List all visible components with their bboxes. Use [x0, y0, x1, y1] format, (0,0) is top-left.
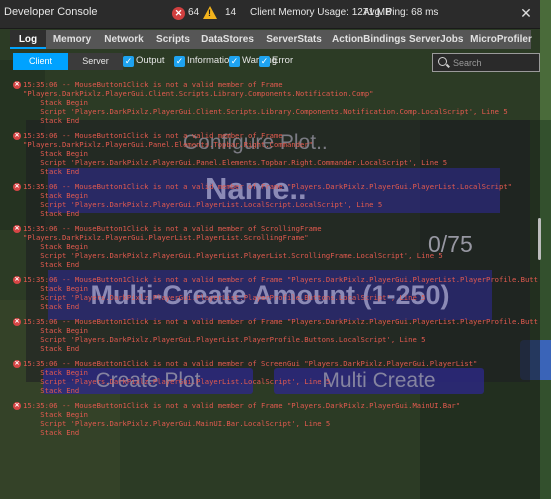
console-title-bar[interactable]: Developer Console ✕ 64 ! 14 Client Memor…	[0, 0, 540, 29]
log-line: Stack End	[23, 260, 80, 269]
tab-scripts[interactable]: Scripts	[152, 30, 194, 49]
log-entry: ✕ 15:35:06 -- MouseButton1Click is not a …	[12, 80, 538, 125]
log-output[interactable]: ✕ 15:35:06 -- MouseButton1Click is not a …	[12, 80, 538, 499]
search-icon	[438, 57, 447, 66]
log-line: Stack End	[23, 302, 80, 311]
error-label: Error	[272, 55, 294, 66]
log-line: Stack End	[23, 344, 80, 353]
warning-count: 14	[225, 7, 237, 18]
warning-count-icon: !	[203, 6, 217, 19]
information-checkbox[interactable]: ✓	[174, 56, 185, 67]
log-line: Script 'Players.DarkPixlz.PlayerGui.Main…	[23, 419, 331, 428]
error-icon: ✕	[13, 276, 21, 284]
log-line: Stack Begin	[23, 191, 88, 200]
log-line: "Players.DarkPixlz.PlayerGui.Panel.Eleme…	[23, 140, 313, 149]
tab-log[interactable]: Log	[10, 30, 46, 49]
close-icon[interactable]: ✕	[518, 5, 534, 21]
tab-actionbindings[interactable]: ActionBindings	[330, 30, 408, 49]
log-entry: ✕ 15:35:06 -- MouseButton1Click is not a …	[12, 317, 538, 353]
tab-microprofiler[interactable]: MicroProfiler	[470, 30, 532, 49]
developer-console: Configure Plot.. Name.. 0/75 Multi-Creat…	[0, 0, 541, 499]
log-line: Script 'Players.DarkPixlz.PlayerGui.Play…	[23, 293, 426, 302]
warning-checkbox[interactable]: ✓	[229, 56, 240, 67]
log-line: Script 'Players.DarkPixlz.PlayerGui.Pane…	[23, 158, 448, 167]
log-line: Stack Begin	[23, 410, 88, 419]
log-line: Stack End	[23, 428, 80, 437]
log-entry: ✕ 15:35:06 -- MouseButton1Click is not a …	[12, 131, 538, 176]
console-title: Developer Console	[4, 6, 98, 18]
log-line: Stack End	[23, 116, 80, 125]
error-icon: ✕	[13, 132, 21, 140]
log-search-box[interactable]	[432, 53, 540, 72]
log-line: 15:35:06 -- MouseButton1Click is not a v…	[23, 317, 538, 326]
output-label: Output	[136, 55, 165, 66]
server-toggle-button[interactable]: Server	[68, 53, 123, 70]
log-line: Script 'Players.DarkPixlz.PlayerGui.Play…	[23, 251, 443, 260]
console-tab-bar: Log Memory Network Scripts DataStores Se…	[10, 30, 532, 49]
error-count: 64	[188, 7, 200, 18]
log-line: 15:35:06 -- MouseButton1Click is not a v…	[23, 80, 283, 89]
log-line: 15:35:06 -- MouseButton1Click is not a v…	[23, 182, 512, 191]
log-line: Stack End	[23, 167, 80, 176]
search-input[interactable]	[453, 54, 535, 71]
tab-serverjobs[interactable]: ServerJobs	[409, 30, 463, 49]
log-line: Stack End	[23, 386, 80, 395]
log-entry: ✕ 15:35:06 -- MouseButton1Click is not a …	[12, 275, 538, 311]
log-line: Stack End	[23, 209, 80, 218]
tab-serverstats[interactable]: ServerStats	[262, 30, 326, 49]
log-line: Stack Begin	[23, 242, 88, 251]
log-line: Script 'Players.DarkPixlz.PlayerGui.Play…	[23, 200, 383, 209]
error-icon: ✕	[13, 360, 21, 368]
log-line: Script 'Players.DarkPixlz.PlayerGui.Clie…	[23, 107, 508, 116]
log-line: Script 'Players.DarkPixlz.PlayerGui.Play…	[23, 335, 426, 344]
log-line: "Players.DarkPixlz.PlayerGui.Client.Scri…	[23, 89, 374, 98]
tab-memory[interactable]: Memory	[49, 30, 95, 49]
error-icon: ✕	[13, 225, 21, 233]
error-icon: ✕	[13, 183, 21, 191]
client-toggle-button[interactable]: Client	[13, 53, 68, 70]
log-entry: ✕ 15:35:06 -- MouseButton1Click is not a …	[12, 224, 538, 269]
error-checkbox[interactable]: ✓	[259, 56, 270, 67]
log-line: 15:35:06 -- MouseButton1Click is not a v…	[23, 275, 538, 284]
log-entry: ✕ 15:35:06 -- MouseButton1Click is not a …	[12, 401, 538, 437]
log-line: Stack Begin	[23, 284, 88, 293]
log-line: 15:35:06 -- MouseButton1Click is not a v…	[23, 359, 478, 368]
log-line: Stack Begin	[23, 149, 88, 158]
information-label: Information	[187, 55, 235, 66]
log-scrollbar[interactable]	[538, 218, 541, 260]
log-entry: ✕ 15:35:06 -- MouseButton1Click is not a …	[12, 182, 538, 218]
log-line: 15:35:06 -- MouseButton1Click is not a v…	[23, 224, 322, 233]
tab-network[interactable]: Network	[101, 30, 147, 49]
log-line: Stack Begin	[23, 326, 88, 335]
log-line: 15:35:06 -- MouseButton1Click is not a v…	[23, 131, 283, 140]
error-count-icon: ✕	[172, 7, 185, 20]
tab-datastores[interactable]: DataStores	[200, 30, 255, 49]
log-line: 15:35:06 -- MouseButton1Click is not a v…	[23, 401, 461, 410]
average-ping: Avg. Ping: 68 ms	[363, 7, 439, 18]
log-line: Stack Begin	[23, 368, 88, 377]
log-line: Script 'Players.DarkPixlz.PlayerGui.Play…	[23, 377, 331, 386]
output-checkbox[interactable]: ✓	[123, 56, 134, 67]
log-line: Stack Begin	[23, 98, 88, 107]
error-icon: ✕	[13, 318, 21, 326]
error-icon: ✕	[13, 81, 21, 89]
log-line: "Players.DarkPixlz.PlayerGui.PlayerList.…	[23, 233, 309, 242]
log-entry: ✕ 15:35:06 -- MouseButton1Click is not a …	[12, 359, 538, 395]
error-icon: ✕	[13, 402, 21, 410]
